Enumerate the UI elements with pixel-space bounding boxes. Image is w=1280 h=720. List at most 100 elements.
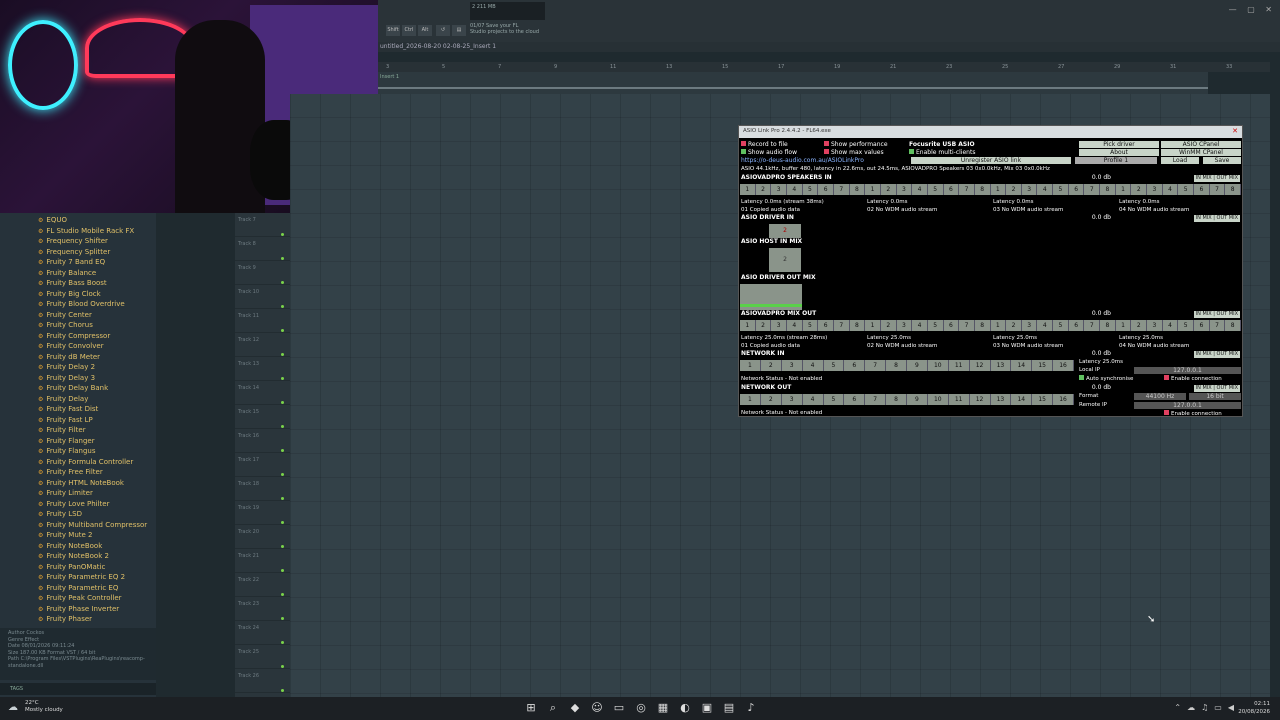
track-active-led[interactable]: [281, 473, 284, 476]
channel-button[interactable]: 5: [823, 360, 845, 371]
channel-button[interactable]: 4: [802, 360, 824, 371]
track-lane-1[interactable]: Insert 1: [378, 72, 1208, 94]
plugin-item[interactable]: Fruity Peak Controller: [38, 593, 156, 604]
plugin-item[interactable]: EQUO: [38, 215, 156, 226]
shift-button[interactable]: Shift: [386, 25, 400, 36]
track-header[interactable]: Track 15: [235, 405, 290, 429]
plugin-item[interactable]: Fruity Bass Boost: [38, 278, 156, 289]
track-header[interactable]: Track 9: [235, 261, 290, 285]
channel-button[interactable]: 1: [740, 394, 761, 405]
channel-button[interactable]: 10: [927, 360, 949, 371]
channel-strip[interactable]: 12345678123456781234567812345678: [740, 320, 1241, 331]
track-header[interactable]: Track 24: [235, 621, 290, 645]
plugin-item[interactable]: Fruity Multiband Compressor: [38, 520, 156, 531]
plugin-item[interactable]: Fruity LSD: [38, 509, 156, 520]
channel-button[interactable]: 7: [959, 184, 975, 195]
in-out-mix-toggle[interactable]: IN MIX | OUT MIX: [1193, 175, 1240, 182]
plugin-item[interactable]: Fruity Limiter: [38, 488, 156, 499]
close-icon[interactable]: ✕: [1232, 127, 1238, 135]
track-header[interactable]: Track 12: [235, 333, 290, 357]
channel-strip[interactable]: 12345678123456781234567812345678: [740, 184, 1241, 195]
channel-button[interactable]: 11: [948, 360, 970, 371]
search-icon[interactable]: ⌕: [545, 700, 561, 716]
channel-button[interactable]: 14: [1011, 394, 1033, 405]
app-icon-2[interactable]: ▤: [721, 700, 737, 716]
plugin-item[interactable]: Fruity Fast Dist: [38, 404, 156, 415]
channel-button[interactable]: 8: [849, 320, 866, 331]
track-active-led[interactable]: [281, 353, 284, 356]
channel-button[interactable]: 9: [907, 394, 928, 405]
track-active-led[interactable]: [281, 401, 284, 404]
plugin-item[interactable]: Fruity Flangus: [38, 446, 156, 457]
show-max-values[interactable]: Show max values: [824, 149, 884, 156]
channel-button[interactable]: 5: [927, 184, 944, 195]
channel-button[interactable]: 2: [880, 184, 897, 195]
channel-button[interactable]: 6: [818, 320, 834, 331]
track-active-led[interactable]: [281, 617, 284, 620]
load-button[interactable]: Load: [1161, 157, 1199, 164]
record-to-file[interactable]: Record to file: [741, 141, 788, 148]
track-active-led[interactable]: [281, 569, 284, 572]
plugin-item[interactable]: Fruity dB Meter: [38, 352, 156, 363]
channel-button[interactable]: 2: [1131, 184, 1148, 195]
track-header[interactable]: Track 26: [235, 669, 290, 693]
channel-button[interactable]: 4: [802, 394, 824, 405]
track-header[interactable]: Track 14: [235, 381, 290, 405]
track-header[interactable]: Track 22: [235, 573, 290, 597]
channel-button[interactable]: 3: [781, 360, 803, 371]
network-out-channels[interactable]: 1 2 3 4 5 6 7 8 9 10 11 12 13 14 15 16: [740, 394, 1074, 405]
track-active-led[interactable]: [281, 281, 284, 284]
channel-button[interactable]: 5: [1178, 184, 1195, 195]
channel-button[interactable]: 6: [943, 184, 960, 195]
enable-connection-checkbox[interactable]: Enable connection: [1164, 410, 1222, 417]
channel-button[interactable]: 1: [865, 184, 881, 195]
channel-button[interactable]: 9: [907, 360, 928, 371]
undo-icon[interactable]: ↺: [436, 25, 450, 36]
plugin-item[interactable]: Fruity Compressor: [38, 331, 156, 342]
unregister-button[interactable]: Unregister ASIO link: [911, 157, 1071, 164]
channel-button[interactable]: 16: [1053, 394, 1074, 405]
channel-button[interactable]: 12: [969, 394, 991, 405]
channel-button[interactable]: 6: [1194, 184, 1210, 195]
track-header[interactable]: Track 25: [235, 645, 290, 669]
channel-button[interactable]: 7: [1084, 184, 1101, 195]
track-header[interactable]: Track 8: [235, 237, 290, 261]
channel-button[interactable]: 6: [1068, 320, 1085, 331]
save-button[interactable]: Save: [1203, 157, 1241, 164]
plugin-item[interactable]: Fruity Formula Controller: [38, 457, 156, 468]
channel-button[interactable]: 6: [844, 360, 866, 371]
plugin-item[interactable]: Fruity Parametric EQ: [38, 583, 156, 594]
track-active-led[interactable]: [281, 377, 284, 380]
channel-button[interactable]: 1: [740, 320, 756, 331]
channel-button[interactable]: 15: [1032, 360, 1054, 371]
network-in-channels[interactable]: 1 2 3 4 5 6 7 8 9 10 11 12 13 14 15 16: [740, 360, 1074, 371]
channel-button[interactable]: 4: [786, 320, 803, 331]
channel-button[interactable]: 7: [865, 360, 887, 371]
track-active-led[interactable]: [281, 257, 284, 260]
plugin-item[interactable]: Fruity Mute 2: [38, 530, 156, 541]
channel-button[interactable]: 1: [1115, 184, 1132, 195]
channel-button[interactable]: 3: [896, 184, 913, 195]
minimize-icon[interactable]: —: [1229, 5, 1237, 14]
channel-button[interactable]: 5: [802, 320, 819, 331]
close-icon[interactable]: ✕: [1265, 5, 1272, 14]
channel-button[interactable]: 6: [943, 320, 960, 331]
pick-driver-button[interactable]: Pick driver: [1079, 141, 1159, 148]
channel-button[interactable]: 1: [740, 184, 756, 195]
fl-studio-icon[interactable]: ♪: [743, 700, 759, 716]
channel-button[interactable]: 8: [974, 184, 991, 195]
remote-ip-field[interactable]: 127.0.0.1: [1134, 402, 1241, 409]
channel-button[interactable]: 7: [833, 320, 850, 331]
channel-button[interactable]: 3: [1021, 320, 1038, 331]
alt-button[interactable]: Alt: [418, 25, 432, 36]
plugin-item[interactable]: Fruity Balance: [38, 268, 156, 279]
channel-button[interactable]: 8: [886, 360, 907, 371]
discord-icon[interactable]: ☺: [589, 700, 605, 716]
channel-button[interactable]: 1: [990, 320, 1007, 331]
channel-button[interactable]: 13: [990, 394, 1012, 405]
channel-button[interactable]: 10: [927, 394, 949, 405]
track-header[interactable]: Track 10: [235, 285, 290, 309]
channel-button[interactable]: 1: [740, 360, 761, 371]
plugin-item[interactable]: Fruity Filter: [38, 425, 156, 436]
track-active-led[interactable]: [281, 425, 284, 428]
